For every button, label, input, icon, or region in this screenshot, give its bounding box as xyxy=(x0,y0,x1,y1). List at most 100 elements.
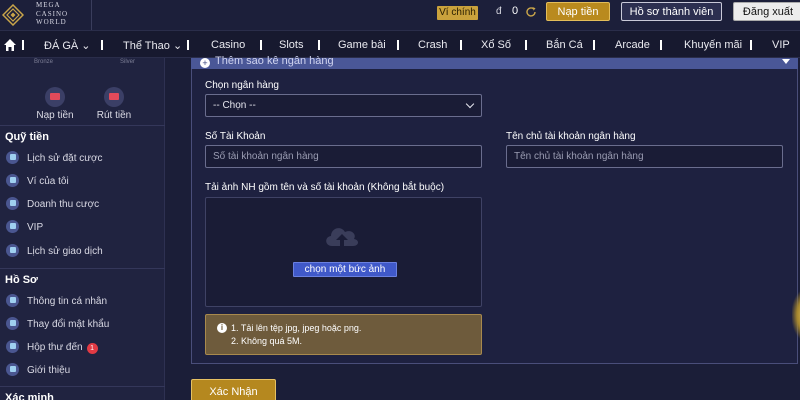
account-holder-input[interactable] xyxy=(506,145,783,168)
account-holder-label: Tên chủ tài khoản ngân hàng xyxy=(506,131,636,142)
nav-item-da-ga[interactable]: ĐÁ GÀ ⌄ xyxy=(44,39,91,52)
sidebar-item-inbox[interactable]: Hộp thư đến 1 xyxy=(6,340,98,356)
turnover-icon xyxy=(6,197,19,210)
cloud-upload-icon xyxy=(326,228,359,248)
caret-down-icon[interactable] xyxy=(782,59,790,64)
choose-image-button[interactable]: chọn một bức ảnh xyxy=(293,262,397,277)
image-upload-dropzone[interactable] xyxy=(205,197,482,307)
nav-item-casino[interactable]: Casino xyxy=(211,39,245,51)
bank-label: Chọn ngân hàng xyxy=(205,80,279,91)
sidebar-item-label: Giới thiệu xyxy=(27,365,71,376)
nav-item-xo-so[interactable]: Xổ Số xyxy=(481,39,511,51)
lock-icon xyxy=(6,317,19,330)
nav-separator xyxy=(318,40,320,50)
profile-button[interactable]: Hồ sơ thành viên xyxy=(621,2,722,21)
account-number-label: Số Tài Khoản xyxy=(205,131,266,142)
chevron-down-icon: ⌄ xyxy=(172,40,183,52)
sidebar-item-label: Thông tin cá nhân xyxy=(27,296,108,307)
vip-tier-label: Silver xyxy=(120,59,136,65)
logo[interactable]: MEGA CASINO WORLD xyxy=(0,0,92,30)
sidebar-item-label: Lịch sử đặt cược xyxy=(27,153,103,164)
floating-promo-edge[interactable] xyxy=(792,290,800,340)
collapse-title: Thêm sao kê ngân hàng xyxy=(215,55,334,67)
nav-separator xyxy=(187,40,189,50)
divider xyxy=(0,125,165,126)
wallet-balance: 0 xyxy=(512,5,519,17)
divider xyxy=(0,386,165,387)
vip-icon xyxy=(6,220,19,233)
sidebar-item-vip[interactable]: VIP xyxy=(6,220,43,236)
logout-button[interactable]: Đăng xuất xyxy=(733,2,800,21)
wallet-currency: đ xyxy=(496,6,502,17)
transaction-icon xyxy=(6,244,19,257)
home-icon[interactable] xyxy=(3,38,17,52)
nav-item-ban-ca[interactable]: Bắn Cá xyxy=(546,39,583,51)
nav-separator xyxy=(750,40,752,50)
info-icon: i xyxy=(217,323,227,333)
info-line: 1. Tải lên tệp jpg, jpeg hoặc png. xyxy=(231,323,362,333)
sidebar-item-label: Ví của tôi xyxy=(27,176,69,187)
sidebar-item-label: VIP xyxy=(27,222,44,233)
nav-separator xyxy=(397,40,399,50)
nav-item-label: Thể Thao xyxy=(123,40,170,52)
sidebar-item-label: Doanh thu cược xyxy=(27,199,100,210)
bank-select[interactable]: -- Chọn -- xyxy=(205,94,482,117)
chevron-down-icon: ⌄ xyxy=(81,40,91,52)
vip-tier-label: Bronze xyxy=(34,59,54,65)
sidebar-item-label: Thay đổi mật khẩu xyxy=(27,319,110,330)
info-line: 2. Không quá 5M. xyxy=(231,336,303,346)
user-icon xyxy=(6,294,19,307)
sidebar-item-personal-info[interactable]: Thông tin cá nhân xyxy=(6,294,107,310)
account-number-input[interactable] xyxy=(205,145,482,168)
nav-item-label: ĐÁ GÀ xyxy=(44,40,79,52)
confirm-button[interactable]: Xác Nhận xyxy=(191,379,276,400)
nav-separator xyxy=(260,40,262,50)
nav-separator xyxy=(525,40,527,50)
top-header: MEGA CASINO WORLD Ví chính đ 0 Nạp tiền … xyxy=(0,0,800,30)
wallet-label[interactable]: Ví chính xyxy=(437,6,478,20)
nav-item-the-thao[interactable]: Thể Thao ⌄ xyxy=(123,39,182,52)
history-icon xyxy=(6,151,19,164)
nav-item-crash[interactable]: Crash xyxy=(418,39,447,51)
section-title-profile: Hồ Sơ xyxy=(5,274,38,286)
nav-separator xyxy=(101,40,103,50)
sidebar-withdraw-button[interactable]: Rút tiền xyxy=(89,87,139,121)
diamond-logo-icon xyxy=(2,4,24,26)
divider xyxy=(0,268,165,269)
logo-line: WORLD xyxy=(36,18,67,26)
sidebar-deposit-button[interactable]: Nạp tiền xyxy=(30,87,80,121)
sidebar-item-my-wallet[interactable]: Ví của tôi xyxy=(6,174,69,190)
logo-line: MEGA xyxy=(36,1,61,9)
nav-item-vip[interactable]: VIP xyxy=(772,39,790,51)
section-title-funds: Quỹ tiền xyxy=(5,131,50,143)
deposit-button[interactable]: Nạp tiền xyxy=(546,2,610,21)
sidebar-item-label: Lịch sử giao dịch xyxy=(27,246,103,257)
logo-text: MEGA CASINO WORLD xyxy=(36,1,68,27)
nav-separator xyxy=(593,40,595,50)
sidebar-item-label: Hộp thư đến xyxy=(27,342,83,353)
referral-icon xyxy=(6,363,19,376)
section-title-verification: Xác minh xyxy=(5,392,54,400)
sidebar-item-transaction-history[interactable]: Lịch sử giao dịch xyxy=(6,244,103,260)
account-sidebar: Bronze Silver Nạp tiền Rút tiền Quỹ tiền… xyxy=(0,58,165,400)
refresh-icon[interactable] xyxy=(525,6,537,18)
wallet-deposit-icon xyxy=(45,87,65,107)
sidebar-item-referral[interactable]: Giới thiệu xyxy=(6,363,70,379)
nav-item-arcade[interactable]: Arcade xyxy=(615,39,650,51)
sidebar-item-bet-history[interactable]: Lịch sử đặt cược xyxy=(6,151,103,167)
logo-line: CASINO xyxy=(36,9,69,18)
wallet-icon xyxy=(6,174,19,187)
plus-icon: + xyxy=(200,58,210,68)
sidebar-item-change-password[interactable]: Thay đổi mật khẩu xyxy=(6,317,109,333)
nav-item-slots[interactable]: Slots xyxy=(279,39,303,51)
inbox-count-badge: 1 xyxy=(86,343,98,354)
upload-label: Tải ảnh NH gồm tên và số tài khoản (Khôn… xyxy=(205,182,445,193)
main-nav: ĐÁ GÀ ⌄ Thể Thao ⌄ Casino Slots Game bài… xyxy=(0,30,800,58)
mail-icon xyxy=(6,340,19,353)
nav-item-khuyen-mai[interactable]: Khuyến mãi xyxy=(684,39,742,51)
nav-item-game-bai[interactable]: Game bài xyxy=(338,39,386,51)
wallet-withdraw-icon xyxy=(104,87,124,107)
sidebar-action-label: Nạp tiền xyxy=(36,110,74,121)
sidebar-item-turnover[interactable]: Doanh thu cược xyxy=(6,197,99,213)
nav-separator xyxy=(460,40,462,50)
